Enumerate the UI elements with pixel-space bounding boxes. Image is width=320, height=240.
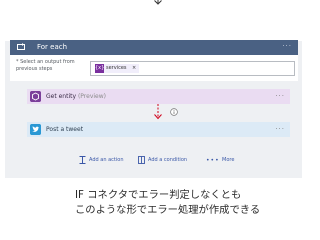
foreach-header[interactable]: For each ··· (10, 40, 298, 55)
get-entity-card[interactable]: Get entity (Preview) ··· (27, 89, 290, 104)
get-entity-title: Get entity (Preview) (46, 89, 106, 104)
add-condition-label: Add a condition (148, 157, 188, 163)
more-label: More (222, 157, 235, 163)
foreach-title: For each (37, 43, 68, 51)
foreach-more-button[interactable]: ··· (282, 43, 292, 50)
token-remove-icon[interactable]: × (132, 64, 136, 73)
add-action-icon (79, 156, 86, 164)
services-token[interactable]: {x} services × (95, 64, 139, 73)
caption: IF コネクタでエラー判定しなくとも このような形でエラー処理が作成できる (75, 188, 260, 218)
incoming-arrow-icon (154, 0, 162, 5)
token-label: services (106, 65, 127, 71)
select-output-label: * Select an output from previous steps (16, 59, 75, 72)
post-tweet-title: Post a tweet (46, 126, 84, 133)
get-entity-title-text: Get entity (46, 93, 77, 100)
get-entity-preview-tag: (Preview) (77, 93, 106, 100)
info-icon[interactable] (170, 108, 178, 116)
variable-icon: {x} (95, 64, 105, 73)
get-entity-more-button[interactable]: ··· (275, 93, 285, 100)
loop-icon (17, 43, 25, 50)
entity-icon (30, 91, 41, 102)
post-tweet-card[interactable]: Post a tweet ··· (27, 122, 290, 137)
caption-line-1: IF コネクタでエラー判定しなくとも (75, 189, 242, 201)
twitter-icon (30, 124, 41, 135)
add-action-label: Add an action (89, 157, 124, 163)
error-connector-arrow (154, 104, 162, 120)
more-icon: ••• (206, 157, 220, 164)
post-tweet-more-button[interactable]: ··· (275, 126, 285, 133)
select-output-input[interactable]: {x} services × (90, 61, 295, 76)
caption-line-2: このような形でエラー処理が作成できる (75, 204, 261, 216)
add-condition-icon (138, 156, 145, 164)
